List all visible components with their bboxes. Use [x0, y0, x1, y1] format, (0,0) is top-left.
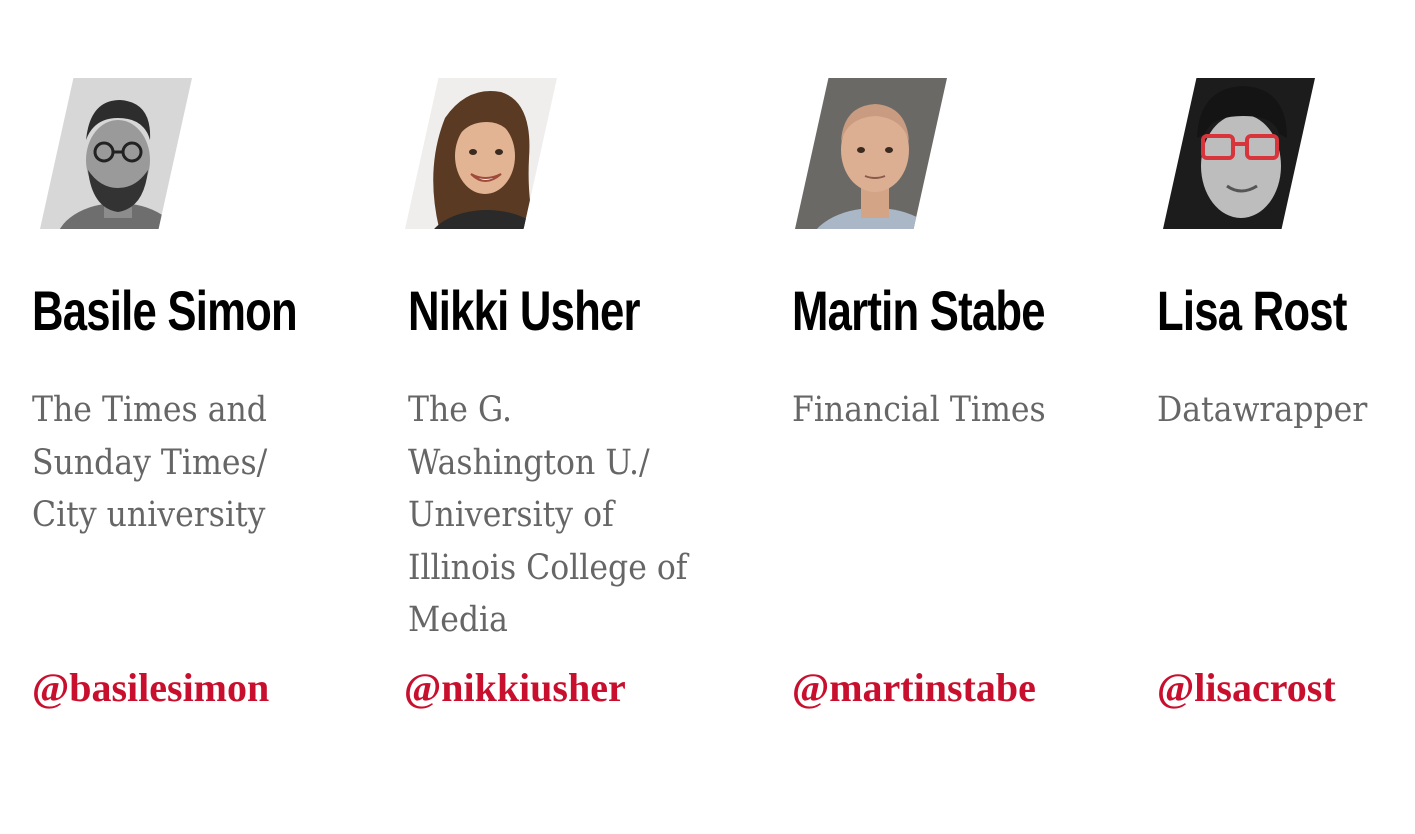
speakers-grid: Basile Simon The Times and Sunday Times/…	[0, 0, 1415, 834]
speaker-name: Lisa Rost	[1157, 279, 1347, 342]
avatar	[795, 78, 947, 229]
avatar	[40, 78, 192, 229]
speaker-name: Martin Stabe	[792, 279, 1046, 342]
avatar	[1163, 78, 1315, 229]
speaker-card-nikki-usher: Nikki Usher The G. Washington U./ Univer…	[404, 0, 748, 834]
speaker-photo	[795, 78, 947, 229]
speaker-card-martin-stabe: Martin Stabe Financial Times @martinstab…	[792, 0, 1132, 834]
speaker-card-lisa-rost: Lisa Rost Datawrapper @lisacrost	[1157, 0, 1415, 834]
speaker-name: Basile Simon	[32, 279, 298, 342]
speaker-photo	[1163, 78, 1315, 229]
speaker-twitter-link[interactable]: @lisacrost	[1157, 664, 1336, 712]
speaker-card-basile-simon: Basile Simon The Times and Sunday Times/…	[32, 0, 372, 834]
speaker-twitter-link[interactable]: @martinstabe	[792, 664, 1036, 712]
speaker-affiliation: The Times and Sunday Times/ City univers…	[32, 390, 268, 535]
speaker-affiliation: The G. Washington U./ University of Illi…	[408, 390, 688, 640]
speaker-twitter-link[interactable]: @basilesimon	[32, 664, 269, 712]
avatar	[405, 78, 557, 229]
speaker-affiliation: Financial Times	[792, 390, 1046, 430]
speaker-photo	[40, 78, 192, 229]
speaker-affiliation: Datawrapper	[1157, 390, 1368, 430]
speaker-twitter-link[interactable]: @nikkiusher	[404, 664, 626, 712]
speaker-name: Nikki Usher	[408, 279, 641, 342]
speaker-photo	[405, 78, 557, 229]
